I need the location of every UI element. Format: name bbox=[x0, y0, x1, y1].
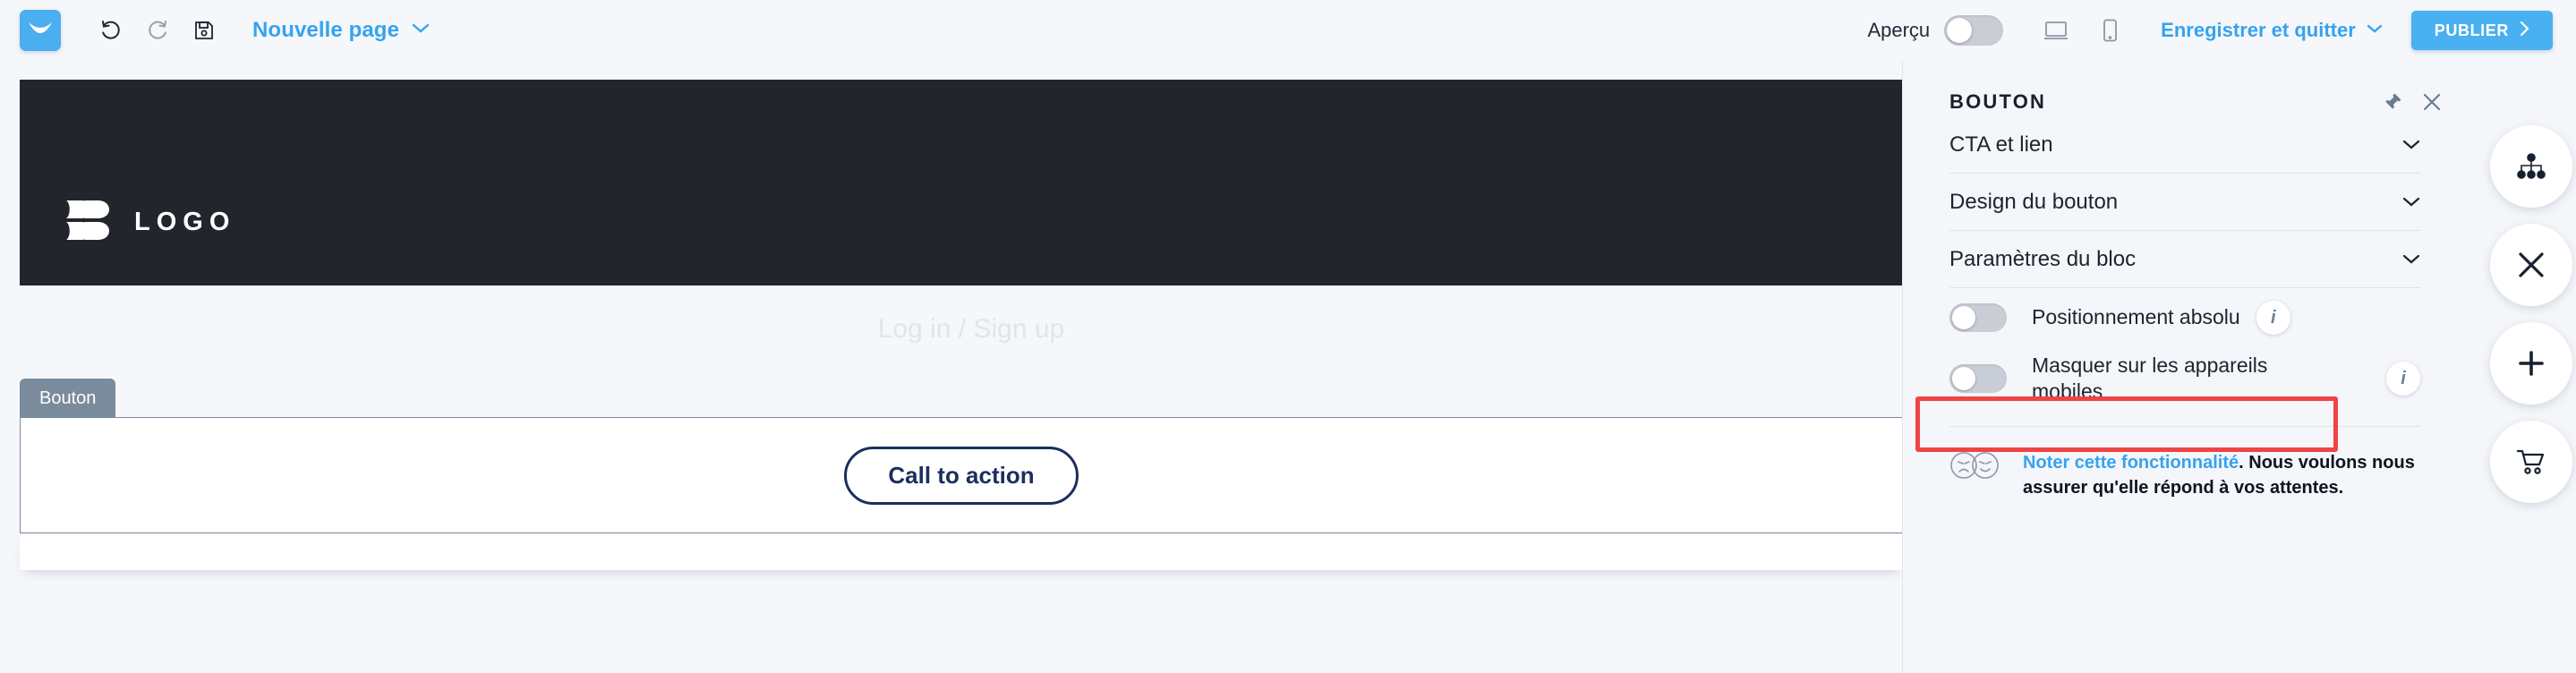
block-settings-panel: BOUTON CTA et lien Design du bouton Para… bbox=[1902, 61, 2576, 673]
chevron-right-icon bbox=[2520, 21, 2529, 41]
rate-feature-link[interactable]: Noter cette fonctionnalité bbox=[2023, 453, 2239, 473]
sad-happy-faces-icon bbox=[1949, 450, 2001, 485]
setting-row-absolute-positioning[interactable]: Positionnement absolu i bbox=[1949, 288, 2420, 347]
bb-logo-mark bbox=[64, 199, 111, 246]
page-name-selector[interactable]: Nouvelle page bbox=[252, 18, 430, 43]
save-and-exit-button[interactable]: Enregistrer et quitter bbox=[2161, 19, 2383, 42]
accordion-parametres-du-bloc[interactable]: Paramètres du bloc bbox=[1949, 231, 2420, 288]
panel-header-actions bbox=[2383, 92, 2467, 112]
accordion-cta-et-lien[interactable]: CTA et lien bbox=[1949, 116, 2420, 174]
desktop-monitor-icon[interactable] bbox=[2035, 10, 2077, 51]
feedback-text: Noter cette fonctionnalité. Nous voulons… bbox=[2023, 450, 2451, 501]
close-icon[interactable] bbox=[2422, 92, 2442, 112]
floating-action-buttons bbox=[2490, 125, 2572, 503]
chevron-down-icon bbox=[2402, 253, 2420, 265]
undo-icon[interactable] bbox=[88, 10, 134, 51]
absolute-positioning-label: Positionnement absolu bbox=[2032, 305, 2240, 329]
brand-text: LOGO bbox=[134, 208, 236, 236]
accordion-label: Paramètres du bloc bbox=[1949, 246, 2137, 271]
chevron-down-icon bbox=[2367, 22, 2383, 38]
accordion-label: Design du bouton bbox=[1949, 189, 2119, 214]
call-to-action-button[interactable]: Call to action bbox=[844, 446, 1079, 505]
redo-icon[interactable] bbox=[134, 10, 181, 51]
pin-icon[interactable] bbox=[2383, 92, 2402, 112]
chevron-down-icon bbox=[2402, 139, 2420, 150]
hide-on-mobile-label: Masquer sur les appareils mobiles bbox=[2032, 353, 2268, 403]
panel-title: BOUTON bbox=[1949, 90, 2047, 113]
block-type-tab[interactable]: Bouton bbox=[20, 379, 116, 418]
selected-button-block[interactable]: Call to action bbox=[20, 417, 1902, 533]
accordion-label: CTA et lien bbox=[1949, 132, 2053, 157]
floppy-disk-save-icon[interactable] bbox=[181, 10, 227, 51]
brand-logo-group: LOGO bbox=[64, 199, 235, 246]
info-icon[interactable]: i bbox=[2386, 362, 2420, 396]
preview-label: Aperçu bbox=[1867, 19, 1931, 41]
toolbar-right-group: Aperçu Enregistrer et quitter PUBLIER bbox=[1867, 10, 2576, 51]
brevo-envelope-logo[interactable] bbox=[20, 10, 61, 51]
hide-on-mobile-toggle[interactable] bbox=[1949, 364, 2007, 393]
accordion-design-du-bouton[interactable]: Design du bouton bbox=[1949, 174, 2420, 231]
feedback-banner: Noter cette fonctionnalité. Nous voulons… bbox=[1949, 450, 2451, 501]
canvas-body-area bbox=[20, 534, 1902, 570]
panel-header: BOUTON bbox=[1903, 61, 2467, 116]
panel-divider bbox=[1949, 426, 2420, 427]
site-header-section[interactable]: LOGO Log in / Sign up bbox=[20, 80, 1902, 344]
sitemap-hierarchy-icon[interactable] bbox=[2490, 125, 2572, 208]
toolbar-left-group: Nouvelle page bbox=[0, 10, 430, 51]
page-canvas[interactable]: LOGO Log in / Sign up Bouton Call to act… bbox=[0, 61, 1902, 673]
shopping-cart-icon[interactable] bbox=[2490, 421, 2572, 503]
chevron-down-icon bbox=[412, 22, 430, 38]
preview-toggle[interactable] bbox=[1944, 15, 2004, 46]
top-toolbar: Nouvelle page Aperçu Enregistrer et quit… bbox=[0, 0, 2576, 61]
page-name-label: Nouvelle page bbox=[252, 18, 400, 42]
info-icon[interactable]: i bbox=[2256, 301, 2290, 335]
close-icon[interactable] bbox=[2490, 224, 2572, 306]
publish-label: PUBLIER bbox=[2434, 21, 2509, 39]
login-signup-link[interactable]: Log in / Sign up bbox=[20, 314, 1902, 345]
setting-row-hide-on-mobile[interactable]: Masquer sur les appareils mobiles i bbox=[1949, 347, 2420, 410]
panel-content: BOUTON CTA et lien Design du bouton Para… bbox=[1903, 61, 2467, 673]
publish-button[interactable]: PUBLIER bbox=[2410, 11, 2553, 50]
save-and-exit-label: Enregistrer et quitter bbox=[2161, 19, 2356, 41]
chevron-down-icon bbox=[2402, 196, 2420, 208]
plus-icon[interactable] bbox=[2490, 322, 2572, 405]
mobile-phone-icon[interactable] bbox=[2089, 10, 2130, 51]
absolute-positioning-toggle[interactable] bbox=[1949, 303, 2007, 332]
